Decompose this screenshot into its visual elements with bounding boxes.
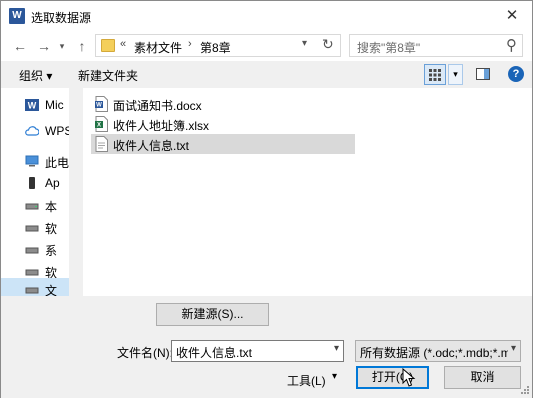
drive-icon — [25, 203, 39, 210]
search-icon[interactable]: ⚲ — [506, 36, 517, 54]
filename-value: 收件人信息.txt — [176, 346, 253, 360]
cloud-icon — [25, 126, 39, 136]
nav-item-microsoft-word[interactable]: W Mic — [1, 94, 69, 116]
mouse-cursor-icon — [402, 368, 416, 387]
nav-item-label: WPS — [45, 124, 69, 138]
filename-label: 文件名(N): — [117, 346, 173, 360]
file-item-docx[interactable]: W 面试通知书.docx — [91, 94, 355, 114]
address-segment-chapter8[interactable]: 第8章 — [200, 39, 231, 56]
tools-menu[interactable]: 工具(L) — [287, 372, 326, 389]
word-icon: W — [25, 99, 39, 111]
window-title: 选取数据源 — [31, 11, 92, 25]
view-mode-dropdown-icon[interactable]: ▾ — [448, 64, 463, 85]
svg-text:X: X — [97, 123, 101, 129]
navigation-scrollbar[interactable] — [69, 88, 83, 296]
file-name: 收件人信息.txt — [113, 139, 190, 153]
chevron-down-icon[interactable]: ▾ — [334, 343, 339, 354]
address-dropdown-icon[interactable]: ▾ — [302, 38, 307, 49]
chevron-right-icon[interactable]: › — [188, 38, 192, 50]
navigation-bar: ← → ▾ ↑ « 素材文件 › 第8章 ▾ ↻ 搜索"第8章" ⚲ — [1, 31, 532, 61]
address-segment-materials[interactable]: 素材文件 — [134, 39, 182, 56]
drive-icon — [25, 247, 39, 254]
nav-item-label: 文 — [45, 284, 58, 296]
phone-icon — [29, 177, 35, 189]
drive-icon — [25, 225, 39, 232]
nav-item-label: Ap — [45, 176, 60, 190]
file-list: W 面试通知书.docx X 收件人地址簿.xlsx 收件人信息.txt — [83, 88, 532, 296]
search-placeholder: 搜索"第8章" — [357, 41, 421, 55]
filetype-value: 所有数据源 (*.odc;*.mdb;*.md — [360, 346, 508, 360]
resize-grip-icon[interactable] — [520, 385, 530, 395]
dialog-footer: 新建源(S)... 文件名(N): 收件人信息.txt ▾ 所有数据源 (*.o… — [1, 296, 532, 398]
navigation-pane: W Mic WPS 此电 Ap 本 软 系 软 文 — [1, 88, 69, 296]
nav-item-label: 软 — [45, 222, 58, 236]
cancel-button[interactable]: 取消 — [444, 366, 521, 389]
nav-item-label: 系 — [45, 244, 58, 258]
xlsx-icon: X — [95, 116, 108, 132]
select-data-source-dialog: W 选取数据源 ✕ ← → ▾ ↑ « 素材文件 › 第8章 ▾ ↻ 搜索"第8… — [0, 0, 533, 398]
txt-icon — [95, 136, 108, 152]
command-toolbar: 组织 ▾ 新建文件夹 ▾ ? — [1, 61, 532, 88]
folder-icon — [101, 39, 115, 52]
drive-icon — [25, 287, 39, 294]
nav-item-drive-1[interactable]: 本 — [1, 194, 69, 216]
drive-icon — [25, 269, 39, 276]
file-item-txt[interactable]: 收件人信息.txt — [91, 134, 355, 154]
file-name: 收件人地址簿.xlsx — [113, 119, 210, 133]
up-arrow-icon[interactable]: ↑ — [73, 37, 91, 55]
new-folder-button[interactable]: 新建文件夹 — [78, 67, 138, 84]
address-overflow[interactable]: « — [120, 38, 126, 50]
file-item-xlsx[interactable]: X 收件人地址簿.xlsx — [91, 114, 355, 134]
nav-item-this-pc[interactable]: 此电 — [1, 150, 69, 172]
nav-item-drive-3[interactable]: 系 — [1, 238, 69, 260]
forward-arrow-icon[interactable]: → — [35, 37, 53, 55]
word-app-icon: W — [9, 8, 25, 24]
view-mode-button[interactable] — [424, 64, 446, 85]
help-icon[interactable]: ? — [508, 66, 524, 82]
organize-button[interactable]: 组织 ▾ — [19, 67, 52, 84]
nav-item-drive-2[interactable]: 软 — [1, 216, 69, 238]
preview-pane-icon[interactable] — [475, 66, 491, 82]
file-name: 面试通知书.docx — [113, 99, 202, 113]
nav-item-apps[interactable]: Ap — [1, 172, 69, 194]
thumbnails-view-icon — [429, 69, 441, 81]
nav-item-label: Mic — [45, 98, 64, 112]
address-bar[interactable]: « 素材文件 › 第8章 ▾ ↻ — [95, 34, 341, 57]
svg-text:W: W — [96, 103, 102, 109]
recent-locations-chevron-icon[interactable]: ▾ — [53, 37, 71, 55]
filename-combobox[interactable]: 收件人信息.txt ▾ — [171, 340, 344, 362]
open-button[interactable]: 打开(O) — [356, 366, 429, 389]
nav-item-wps-cloud[interactable]: WPS — [1, 120, 69, 142]
new-source-button[interactable]: 新建源(S)... — [156, 303, 269, 326]
nav-item-label: 本 — [45, 200, 58, 214]
computer-icon — [25, 155, 39, 167]
nav-item-drive-5[interactable]: 文 — [1, 278, 69, 296]
nav-item-label: 此电 — [45, 156, 69, 170]
close-icon[interactable]: ✕ — [500, 6, 524, 26]
refresh-icon[interactable]: ↻ — [322, 36, 334, 53]
tools-dropdown-icon[interactable]: ▾ — [332, 371, 337, 382]
back-arrow-icon[interactable]: ← — [11, 37, 29, 55]
svg-text:W: W — [28, 101, 37, 111]
chevron-down-icon[interactable]: ▾ — [511, 343, 516, 354]
title-bar: W 选取数据源 ✕ — [1, 1, 532, 31]
search-box[interactable]: 搜索"第8章" ⚲ — [349, 34, 523, 57]
filetype-select[interactable]: 所有数据源 (*.odc;*.mdb;*.md ▾ — [355, 340, 521, 362]
docx-icon: W — [95, 96, 108, 112]
